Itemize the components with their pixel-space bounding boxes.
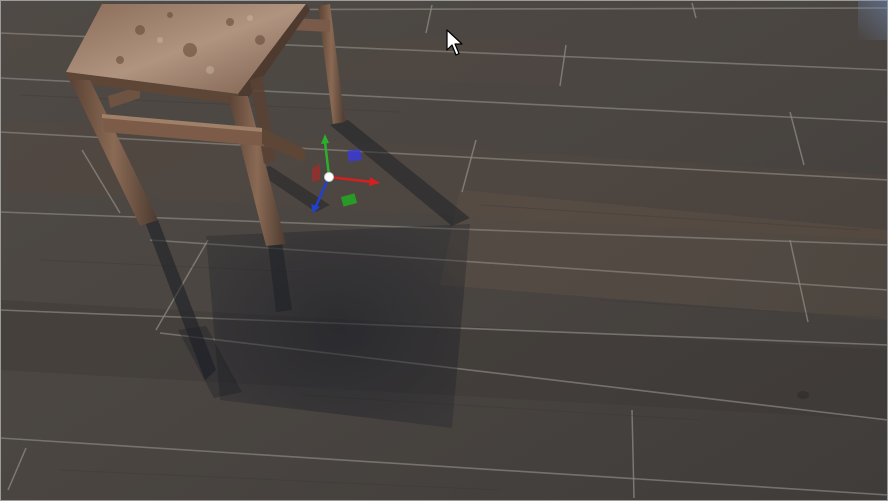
mouse-pointer-icon xyxy=(446,29,463,56)
scene-canvas[interactable] xyxy=(0,0,888,501)
xy-plane-handle[interactable] xyxy=(347,149,362,162)
gizmo-center-handle[interactable] xyxy=(324,172,334,182)
scene-viewport[interactable] xyxy=(0,0,888,501)
